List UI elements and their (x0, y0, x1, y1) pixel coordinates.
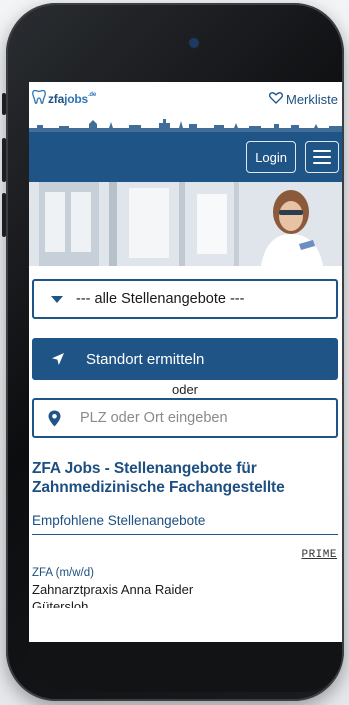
category-select-value: --- alle Stellenangebote --- (76, 291, 245, 307)
side-button-volume-down (2, 193, 6, 237)
page-headline: ZFA Jobs - Stellenangebote für Zahnmediz… (32, 460, 285, 496)
or-separator: oder (171, 382, 199, 397)
job-city: Gütersloh (32, 599, 89, 608)
heart-icon (269, 91, 283, 107)
side-button-silent (2, 93, 6, 115)
job-practice: Zahnarztpraxis Anna Raider (32, 582, 194, 597)
site-logo[interactable]: zfajobs.de (32, 89, 96, 110)
category-select[interactable]: --- alle Stellenangebote --- (32, 279, 338, 319)
phone-bottom-bezel (29, 642, 342, 692)
locate-button-label: Standort ermitteln (86, 350, 205, 368)
recommended-jobs-heading: Empfohlene Stellenangebote (32, 513, 338, 535)
job-title[interactable]: ZFA (m/w/d) (32, 567, 338, 579)
zip-placeholder: PLZ oder Ort eingeben (80, 410, 228, 426)
map-pin-icon (48, 410, 61, 426)
login-button[interactable]: Login (246, 141, 296, 173)
location-arrow-icon (52, 353, 64, 365)
prime-badge: PRIME (301, 549, 337, 561)
front-camera (190, 39, 198, 47)
tooth-logo-icon (32, 89, 46, 110)
phone-screen: zfajobs.de Merkliste Login --- alle Stel… (29, 82, 342, 642)
city-skyline (29, 116, 342, 132)
caret-down-icon (51, 295, 63, 303)
hero-image (29, 182, 342, 266)
brand-bar: zfajobs.de Merkliste (29, 82, 342, 116)
side-button-volume-up (2, 138, 6, 182)
job-listing[interactable]: PRIME ZFA (m/w/d) Zahnarztpraxis Anna Ra… (32, 535, 338, 608)
hamburger-icon[interactable] (305, 141, 339, 173)
main-content: --- alle Stellenangebote --- Standort er… (29, 266, 342, 608)
wishlist-label: Merkliste (285, 91, 338, 107)
wishlist-link[interactable]: Merkliste (269, 92, 338, 107)
logo-text: zfajobs.de (48, 92, 97, 106)
locate-button[interactable]: Standort ermitteln (32, 338, 338, 380)
top-nav: Login (29, 132, 342, 182)
zip-input[interactable]: PLZ oder Ort eingeben (32, 398, 338, 438)
